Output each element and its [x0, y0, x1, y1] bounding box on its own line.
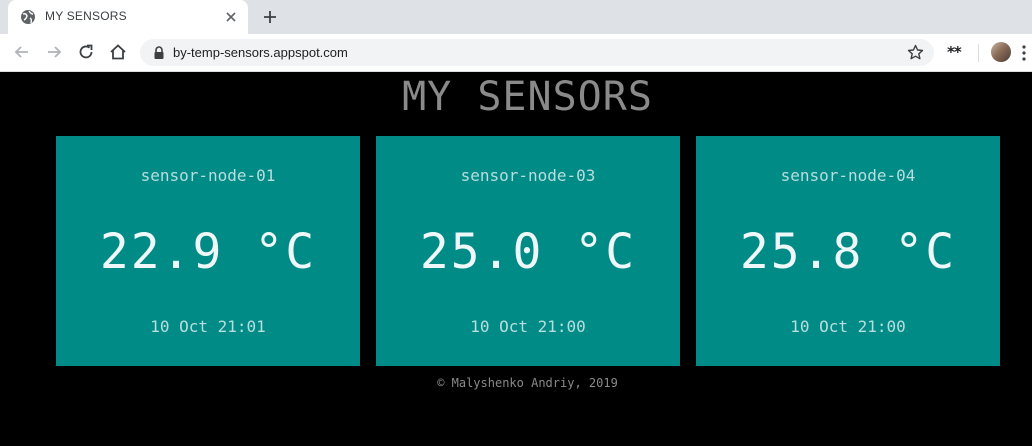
- profile-avatar[interactable]: [991, 42, 1011, 62]
- sensor-timestamp: 10 Oct 21:01: [150, 317, 266, 336]
- new-tab-icon[interactable]: [261, 8, 279, 26]
- close-tab-icon[interactable]: [224, 10, 238, 24]
- globe-icon: [20, 9, 36, 25]
- sensor-card: sensor-node-03 25.0 °C 10 Oct 21:00: [376, 136, 680, 366]
- address-bar[interactable]: by-temp-sensors.appspot.com: [140, 39, 934, 66]
- url-text[interactable]: by-temp-sensors.appspot.com: [173, 45, 348, 60]
- lock-icon[interactable]: [152, 45, 166, 60]
- sensor-temperature: 25.8 °C: [739, 224, 957, 280]
- home-icon[interactable]: [108, 42, 128, 62]
- reload-icon[interactable]: [76, 42, 96, 62]
- bookmark-star-icon[interactable]: [907, 44, 924, 61]
- sensor-name: sensor-node-03: [460, 166, 596, 185]
- tab-title: MY SENSORS: [45, 9, 127, 23]
- sensor-temperature: 22.9 °C: [99, 224, 317, 280]
- sensor-card: sensor-node-01 22.9 °C 10 Oct 21:01: [56, 136, 360, 366]
- sensor-temperature: 25.0 °C: [419, 224, 637, 280]
- toolbar-divider: [978, 44, 979, 62]
- sensor-name: sensor-node-04: [780, 166, 916, 185]
- browser-toolbar: by-temp-sensors.appspot.com **: [0, 34, 1032, 72]
- page-title: MY SENSORS: [402, 74, 653, 120]
- back-arrow-icon[interactable]: [12, 42, 32, 62]
- browser-tab[interactable]: MY SENSORS: [8, 0, 248, 34]
- sensor-name: sensor-node-01: [140, 166, 276, 185]
- extension-icon[interactable]: **: [947, 43, 962, 61]
- sensor-timestamp: 10 Oct 21:00: [790, 317, 906, 336]
- forward-arrow-icon[interactable]: [44, 42, 64, 62]
- browser-tab-strip: MY SENSORS: [0, 0, 1032, 34]
- page-content: MY SENSORS sensor-node-01 22.9 °C 10 Oct…: [0, 72, 1032, 446]
- sensor-timestamp: 10 Oct 21:00: [470, 317, 586, 336]
- sensor-card: sensor-node-04 25.8 °C 10 Oct 21:00: [696, 136, 1000, 366]
- menu-dots-icon[interactable]: [1022, 44, 1026, 62]
- footer-copyright: © Malyshenko Andriy, 2019: [437, 376, 618, 390]
